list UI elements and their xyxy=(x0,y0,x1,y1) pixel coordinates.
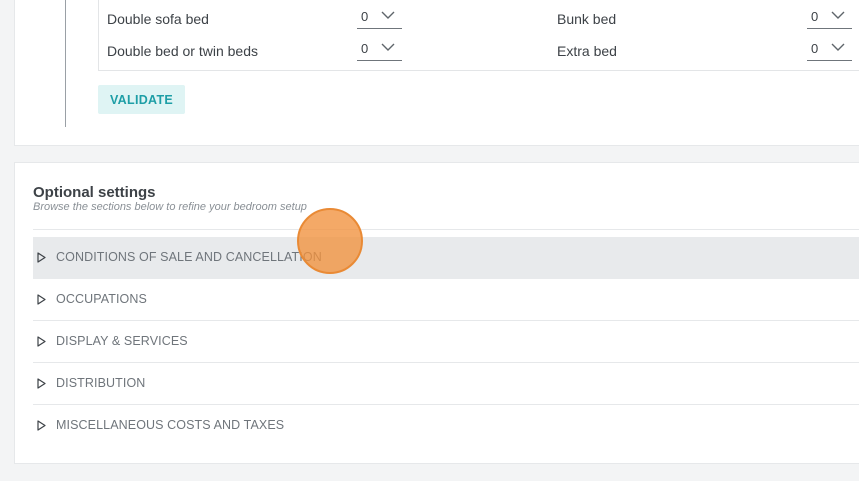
bunk-bed-select[interactable]: 0 xyxy=(807,7,852,29)
accordion-label: CONDITIONS OF SALE AND CANCELLATION xyxy=(56,250,322,264)
double-or-twin-value: 0 xyxy=(361,41,369,56)
double-sofa-bed-value: 0 xyxy=(361,9,369,24)
accordion-display-services[interactable]: DISPLAY & SERVICES xyxy=(33,321,859,363)
optional-settings-card: Optional settings Browse the sections be… xyxy=(14,162,859,464)
bed-config-card: Double sofa bed 0 Bunk bed 0 Double bed … xyxy=(14,0,859,146)
accordion-label: DISTRIBUTION xyxy=(56,376,146,390)
triangle-right-icon xyxy=(37,294,46,305)
accordion-label: OCCUPATIONS xyxy=(56,292,147,306)
accordion-distribution[interactable]: DISTRIBUTION xyxy=(33,363,859,405)
accordion-label: DISPLAY & SERVICES xyxy=(56,334,188,348)
section-subtitle: Browse the sections below to refine your… xyxy=(33,201,307,213)
accordion-label: MISCELLANEOUS COSTS AND TAXES xyxy=(56,418,285,432)
triangle-right-icon xyxy=(37,378,46,389)
bunk-bed-value: 0 xyxy=(811,9,819,24)
divider xyxy=(33,229,859,230)
triangle-right-icon xyxy=(37,336,46,347)
bed-label-extra-bed: Extra bed xyxy=(557,43,617,59)
section-title: Optional settings xyxy=(33,184,156,201)
chevron-down-icon xyxy=(831,11,845,19)
chevron-down-icon xyxy=(831,43,845,51)
bed-label-double-or-twin: Double bed or twin beds xyxy=(107,43,258,59)
accordion-conditions-of-sale[interactable]: CONDITIONS OF SALE AND CANCELLATION xyxy=(33,237,859,279)
triangle-right-icon xyxy=(37,252,46,263)
tree-connector-line xyxy=(65,0,66,127)
bed-label-bunk-bed: Bunk bed xyxy=(557,11,617,27)
extra-bed-select[interactable]: 0 xyxy=(807,39,852,61)
double-sofa-bed-select[interactable]: 0 xyxy=(357,7,402,29)
validate-button[interactable]: VALIDATE xyxy=(98,85,185,114)
chevron-down-icon xyxy=(381,43,395,51)
double-or-twin-select[interactable]: 0 xyxy=(357,39,402,61)
triangle-right-icon xyxy=(37,420,46,431)
accordion-misc-costs-taxes[interactable]: MISCELLANEOUS COSTS AND TAXES xyxy=(33,405,859,447)
extra-bed-value: 0 xyxy=(811,41,819,56)
bed-label-double-sofa-bed: Double sofa bed xyxy=(107,11,209,27)
accordion-occupations[interactable]: OCCUPATIONS xyxy=(33,279,859,321)
chevron-down-icon xyxy=(381,11,395,19)
bed-quantity-panel: Double sofa bed 0 Bunk bed 0 Double bed … xyxy=(98,0,859,71)
